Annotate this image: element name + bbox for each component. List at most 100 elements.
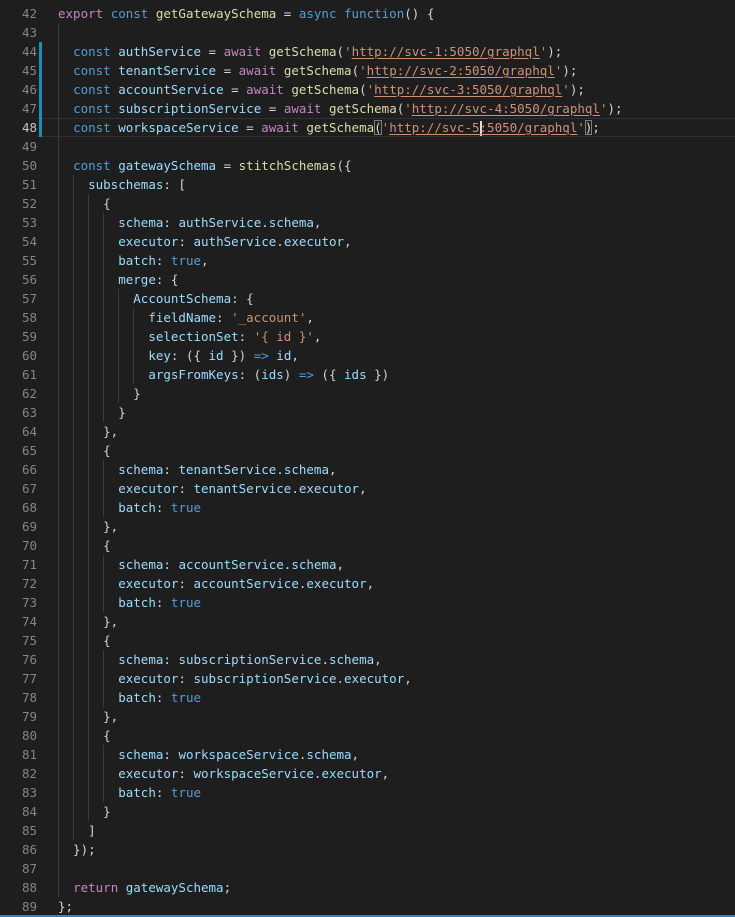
line-number[interactable]: 54 — [0, 232, 37, 251]
code-line[interactable]: 75 { — [0, 631, 735, 650]
line-number[interactable]: 76 — [0, 650, 37, 669]
line-number[interactable]: 85 — [0, 821, 37, 840]
code-line[interactable]: 88 return gatewaySchema; — [0, 878, 735, 897]
line-number[interactable]: 53 — [0, 213, 37, 232]
code-line[interactable]: 77 executor: subscriptionService.executo… — [0, 669, 735, 688]
code-line[interactable]: 70 { — [0, 536, 735, 555]
line-number[interactable]: 79 — [0, 707, 37, 726]
code-line[interactable]: 52 { — [0, 194, 735, 213]
line-number[interactable]: 87 — [0, 859, 37, 878]
code-line[interactable]: 78 batch: true — [0, 688, 735, 707]
line-number[interactable]: 68 — [0, 498, 37, 517]
code-line[interactable]: 68 batch: true — [0, 498, 735, 517]
code-line[interactable]: 45 const tenantService = await getSchema… — [0, 61, 735, 80]
line-number[interactable]: 44 — [0, 42, 37, 61]
code-line[interactable]: 49 — [0, 137, 735, 156]
line-number[interactable]: 61 — [0, 365, 37, 384]
code-line[interactable]: 82 executor: workspaceService.executor, — [0, 764, 735, 783]
code-line[interactable]: 69 }, — [0, 517, 735, 536]
line-number[interactable]: 48 — [0, 118, 37, 137]
code-line[interactable]: 42export const getGatewaySchema = async … — [0, 4, 735, 23]
code-line[interactable]: 53 schema: authService.schema, — [0, 213, 735, 232]
line-number[interactable]: 42 — [0, 4, 37, 23]
code-line[interactable]: 43 — [0, 23, 735, 42]
line-number[interactable]: 52 — [0, 194, 37, 213]
code-token: schema — [329, 652, 374, 667]
code-line[interactable]: 60 key: ({ id }) => id, — [0, 346, 735, 365]
line-number[interactable]: 74 — [0, 612, 37, 631]
line-number[interactable]: 50 — [0, 156, 37, 175]
code-line[interactable]: 55 batch: true, — [0, 251, 735, 270]
line-number[interactable]: 83 — [0, 783, 37, 802]
line-number[interactable]: 86 — [0, 840, 37, 859]
code-line[interactable]: 73 batch: true — [0, 593, 735, 612]
code-line[interactable]: 71 schema: accountService.schema, — [0, 555, 735, 574]
line-number[interactable]: 55 — [0, 251, 37, 270]
line-number[interactable]: 43 — [0, 23, 37, 42]
line-number[interactable]: 84 — [0, 802, 37, 821]
code-line[interactable]: 79 }, — [0, 707, 735, 726]
code-area[interactable]: 42export const getGatewaySchema = async … — [0, 4, 735, 916]
line-number[interactable]: 59 — [0, 327, 37, 346]
code-line[interactable]: 50 const gatewaySchema = stitchSchemas({ — [0, 156, 735, 175]
line-number[interactable]: 63 — [0, 403, 37, 422]
line-number[interactable]: 45 — [0, 61, 37, 80]
line-number[interactable]: 51 — [0, 175, 37, 194]
line-number[interactable]: 82 — [0, 764, 37, 783]
code-line[interactable]: 56 merge: { — [0, 270, 735, 289]
line-number[interactable]: 70 — [0, 536, 37, 555]
code-line[interactable]: 87 — [0, 859, 735, 878]
line-number[interactable]: 81 — [0, 745, 37, 764]
code-line[interactable]: 44 const authService = await getSchema('… — [0, 42, 735, 61]
line-number[interactable]: 66 — [0, 460, 37, 479]
code-line[interactable]: 85 ] — [0, 821, 735, 840]
line-number[interactable]: 88 — [0, 878, 37, 897]
code-line[interactable]: 57 AccountSchema: { — [0, 289, 735, 308]
line-number[interactable]: 73 — [0, 593, 37, 612]
code-line[interactable]: 86 }); — [0, 840, 735, 859]
code-editor[interactable]: 42export const getGatewaySchema = async … — [0, 0, 735, 917]
line-number[interactable]: 58 — [0, 308, 37, 327]
code-line[interactable]: 48 const workspaceService = await getSch… — [0, 118, 735, 137]
line-number[interactable]: 67 — [0, 479, 37, 498]
code-line[interactable]: 62 } — [0, 384, 735, 403]
code-line[interactable]: 84 } — [0, 802, 735, 821]
git-modified-indicator — [39, 80, 42, 99]
code-line[interactable]: 76 schema: subscriptionService.schema, — [0, 650, 735, 669]
line-number[interactable]: 71 — [0, 555, 37, 574]
code-line[interactable]: 64 }, — [0, 422, 735, 441]
code-line[interactable]: 83 batch: true — [0, 783, 735, 802]
code-line[interactable]: 63 } — [0, 403, 735, 422]
line-number[interactable]: 57 — [0, 289, 37, 308]
code-line[interactable]: 67 executor: tenantService.executor, — [0, 479, 735, 498]
code-line[interactable]: 81 schema: workspaceService.schema, — [0, 745, 735, 764]
line-number[interactable]: 69 — [0, 517, 37, 536]
line-number[interactable]: 60 — [0, 346, 37, 365]
line-number[interactable]: 46 — [0, 80, 37, 99]
line-number[interactable]: 64 — [0, 422, 37, 441]
line-number[interactable]: 80 — [0, 726, 37, 745]
line-number[interactable]: 49 — [0, 137, 37, 156]
line-number[interactable]: 72 — [0, 574, 37, 593]
code-line[interactable]: 61 argsFromKeys: (ids) => ({ ids }) — [0, 365, 735, 384]
line-number[interactable]: 56 — [0, 270, 37, 289]
code-line[interactable]: 58 fieldName: '_account', — [0, 308, 735, 327]
line-number[interactable]: 47 — [0, 99, 37, 118]
line-number[interactable]: 65 — [0, 441, 37, 460]
code-line[interactable]: 47 const subscriptionService = await get… — [0, 99, 735, 118]
line-number[interactable]: 89 — [0, 897, 37, 916]
code-line[interactable]: 46 const accountService = await getSchem… — [0, 80, 735, 99]
line-number[interactable]: 77 — [0, 669, 37, 688]
code-line[interactable]: 89}; — [0, 897, 735, 916]
code-line[interactable]: 54 executor: authService.executor, — [0, 232, 735, 251]
code-line[interactable]: 59 selectionSet: '{ id }', — [0, 327, 735, 346]
code-line[interactable]: 72 executor: accountService.executor, — [0, 574, 735, 593]
line-number[interactable]: 75 — [0, 631, 37, 650]
code-line[interactable]: 74 }, — [0, 612, 735, 631]
code-line[interactable]: 66 schema: tenantService.schema, — [0, 460, 735, 479]
line-number[interactable]: 62 — [0, 384, 37, 403]
code-line[interactable]: 51 subschemas: [ — [0, 175, 735, 194]
line-number[interactable]: 78 — [0, 688, 37, 707]
code-line[interactable]: 65 { — [0, 441, 735, 460]
code-line[interactable]: 80 { — [0, 726, 735, 745]
